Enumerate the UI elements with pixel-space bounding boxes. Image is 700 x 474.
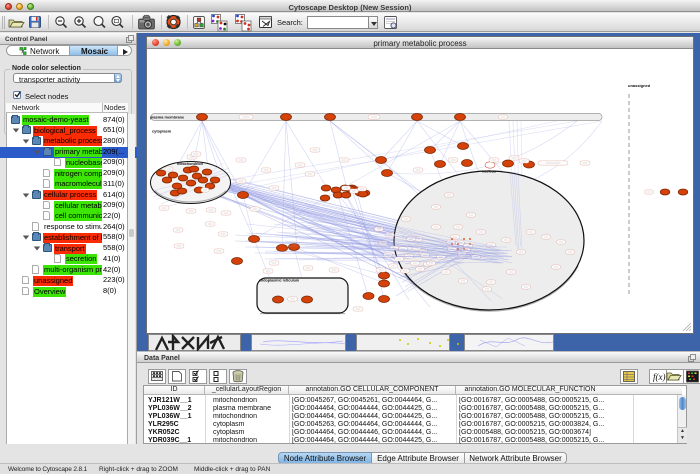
svg-text:plasma membrane: plasma membrane (150, 115, 185, 120)
svg-text:mitochondrion: mitochondrion (177, 162, 204, 166)
svg-text:nucleus: nucleus (482, 170, 496, 174)
svg-text:unassigned: unassigned (628, 83, 651, 88)
svg-text:endoplasmic reticulum: endoplasmic reticulum (259, 279, 300, 283)
svg-text:cytoplasm: cytoplasm (152, 129, 172, 134)
svg-text:f(x): f(x) (653, 372, 666, 382)
